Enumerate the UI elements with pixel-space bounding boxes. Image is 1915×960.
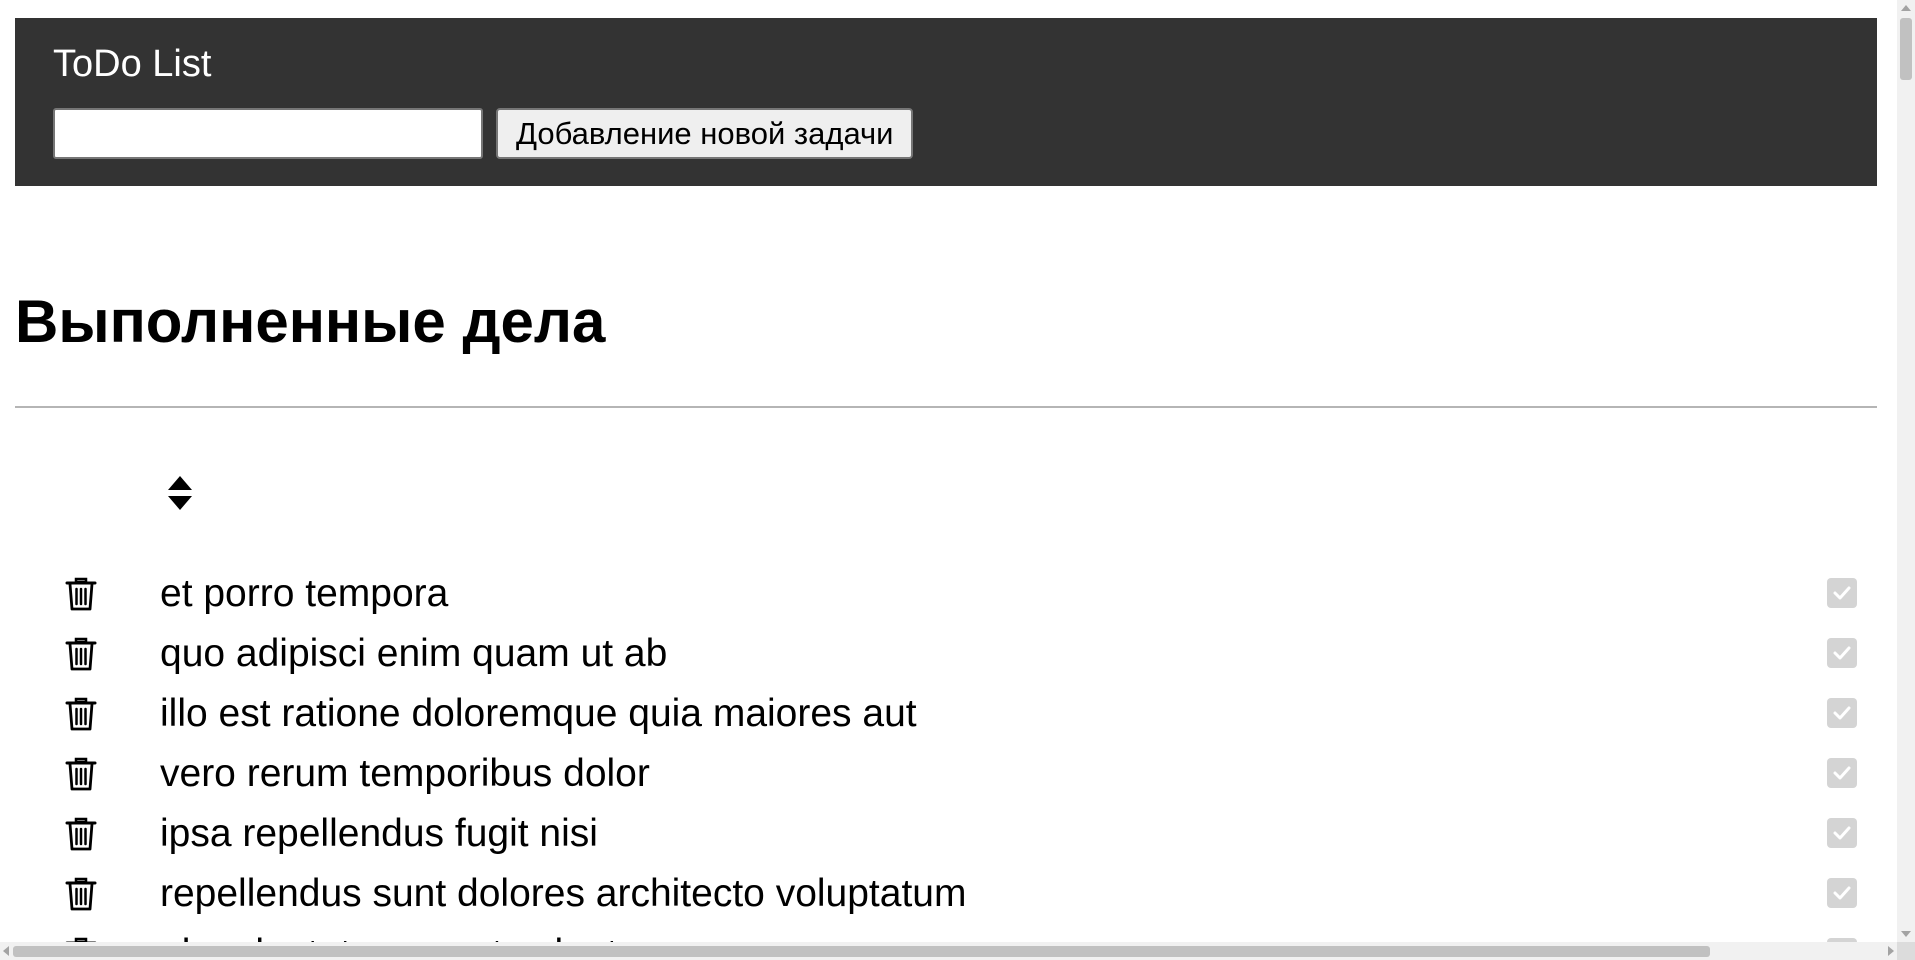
scroll-right-arrow-icon[interactable] (1888, 946, 1894, 956)
task-text: et porro tempora (160, 572, 449, 615)
task-text: vero rerum temporibus dolor (160, 752, 650, 795)
completed-task-list: et porro tempora quo adipisci enim quam u… (15, 564, 1877, 960)
task-completed-checkbox[interactable] (1827, 578, 1857, 608)
horizontal-scrollbar[interactable] (0, 942, 1897, 960)
task-text: illo est ratione doloremque quia maiores… (160, 692, 917, 735)
task-text: ipsa repellendus fugit nisi (160, 812, 598, 855)
completed-section-title: Выполненные дела (15, 288, 606, 355)
scroll-down-arrow-icon[interactable] (1901, 931, 1911, 937)
task-item: illo est ratione doloremque quia maiores… (15, 684, 1877, 744)
vertical-scroll-thumb[interactable] (1900, 18, 1912, 80)
task-item: ipsa repellendus fugit nisi (15, 804, 1877, 864)
trash-icon[interactable] (65, 756, 97, 792)
trash-icon[interactable] (65, 816, 97, 852)
app-title: ToDo List (53, 43, 212, 85)
app-header: ToDo List Добавление новой задачи (15, 18, 1877, 186)
task-text: repellendus sunt dolores architecto volu… (160, 872, 967, 915)
task-item: quo adipisci enim quam ut ab (15, 624, 1877, 684)
task-item: vero rerum temporibus dolor (15, 744, 1877, 804)
task-item: repellendus sunt dolores architecto volu… (15, 864, 1877, 924)
sort-icon[interactable] (165, 474, 195, 512)
task-completed-checkbox[interactable] (1827, 638, 1857, 668)
horizontal-scroll-thumb[interactable] (13, 946, 1710, 957)
add-task-button[interactable]: Добавление новой задачи (496, 108, 914, 159)
page-viewport: ToDo List Добавление новой задачи Выполн… (0, 0, 1915, 960)
trash-icon[interactable] (65, 696, 97, 732)
task-completed-checkbox[interactable] (1827, 698, 1857, 728)
vertical-scrollbar[interactable] (1897, 0, 1915, 942)
add-task-row: Добавление новой задачи (53, 108, 1839, 159)
sort-row (15, 408, 1877, 510)
new-task-input[interactable] (53, 108, 483, 159)
trash-icon[interactable] (65, 636, 97, 672)
task-completed-checkbox[interactable] (1827, 758, 1857, 788)
scroll-left-arrow-icon[interactable] (3, 946, 9, 956)
task-completed-checkbox[interactable] (1827, 818, 1857, 848)
main-content: ToDo List Добавление новой задачи Выполн… (15, 18, 1877, 960)
task-completed-checkbox[interactable] (1827, 878, 1857, 908)
scroll-up-arrow-icon[interactable] (1901, 5, 1911, 11)
task-text: quo adipisci enim quam ut ab (160, 632, 668, 675)
trash-icon[interactable] (65, 876, 97, 912)
scrollbar-corner (1897, 942, 1915, 960)
task-item: et porro tempora (15, 564, 1877, 624)
trash-icon[interactable] (65, 576, 97, 612)
